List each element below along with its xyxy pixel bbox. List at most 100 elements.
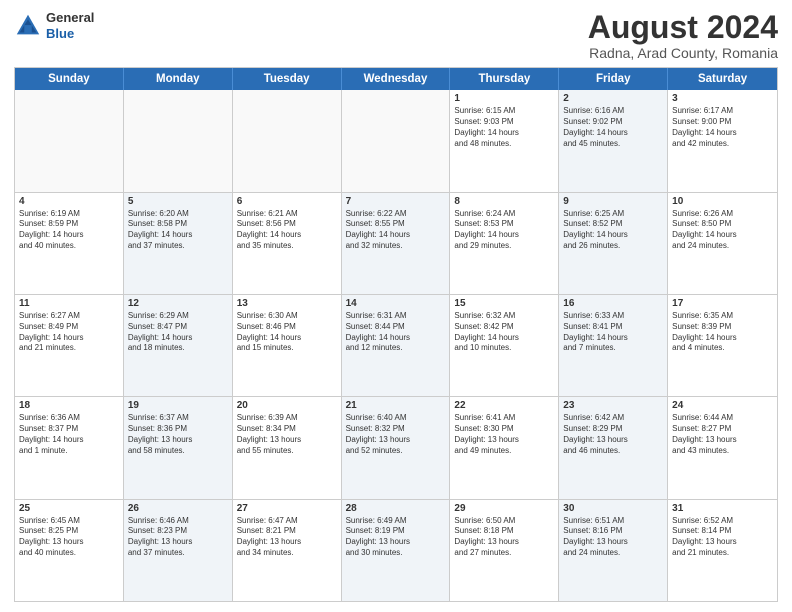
day-number: 13: [237, 298, 337, 309]
day-number: 1: [454, 93, 554, 104]
cal-cell-day-7: 7Sunrise: 6:22 AM Sunset: 8:55 PM Daylig…: [342, 193, 451, 294]
cal-cell-empty-0-0: [15, 90, 124, 191]
cal-cell-day-20: 20Sunrise: 6:39 AM Sunset: 8:34 PM Dayli…: [233, 397, 342, 498]
day-info: Sunrise: 6:16 AM Sunset: 9:02 PM Dayligh…: [563, 106, 663, 149]
day-info: Sunrise: 6:51 AM Sunset: 8:16 PM Dayligh…: [563, 516, 663, 559]
day-info: Sunrise: 6:45 AM Sunset: 8:25 PM Dayligh…: [19, 516, 119, 559]
day-info: Sunrise: 6:39 AM Sunset: 8:34 PM Dayligh…: [237, 413, 337, 456]
logo-text: General Blue: [46, 10, 94, 41]
day-number: 15: [454, 298, 554, 309]
calendar-header-row: SundayMondayTuesdayWednesdayThursdayFrid…: [15, 68, 777, 90]
day-info: Sunrise: 6:30 AM Sunset: 8:46 PM Dayligh…: [237, 311, 337, 354]
day-number: 11: [19, 298, 119, 309]
day-info: Sunrise: 6:19 AM Sunset: 8:59 PM Dayligh…: [19, 209, 119, 252]
day-info: Sunrise: 6:20 AM Sunset: 8:58 PM Dayligh…: [128, 209, 228, 252]
day-info: Sunrise: 6:25 AM Sunset: 8:52 PM Dayligh…: [563, 209, 663, 252]
day-number: 24: [672, 400, 773, 411]
day-number: 6: [237, 196, 337, 207]
cal-cell-day-23: 23 Sunrise: 6:42 AM Sunset: 8:29 PM Dayli…: [559, 397, 668, 498]
logo-general-text: General: [46, 10, 94, 25]
day-number: 7: [346, 196, 446, 207]
day-info: Sunrise: 6:35 AM Sunset: 8:39 PM Dayligh…: [672, 311, 773, 354]
cal-cell-day-30: 30 Sunrise: 6:51 AM Sunset: 8:16 PM Dayli…: [559, 500, 668, 601]
day-info: Sunrise: 6:52 AM Sunset: 8:14 PM Dayligh…: [672, 516, 773, 559]
day-number: 23: [563, 400, 663, 411]
cal-header-tuesday: Tuesday: [233, 68, 342, 90]
day-info: Sunrise: 6:50 AM Sunset: 8:18 PM Dayligh…: [454, 516, 554, 559]
cal-cell-day-29: 29 Sunrise: 6:50 AM Sunset: 8:18 PM Dayli…: [450, 500, 559, 601]
cal-week-3: 11 Sunrise: 6:27 AM Sunset: 8:49 PM Dayli…: [15, 295, 777, 397]
cal-cell-day-21: 21 Sunrise: 6:40 AM Sunset: 8:32 PM Dayli…: [342, 397, 451, 498]
cal-week-1: 1Sunrise: 6:15 AM Sunset: 9:03 PM Daylig…: [15, 90, 777, 192]
day-number: 16: [563, 298, 663, 309]
day-number: 10: [672, 196, 773, 207]
cal-cell-day-16: 16 Sunrise: 6:33 AM Sunset: 8:41 PM Dayli…: [559, 295, 668, 396]
logo: General Blue: [14, 10, 94, 41]
cal-cell-day-15: 15 Sunrise: 6:32 AM Sunset: 8:42 PM Dayli…: [450, 295, 559, 396]
day-number: 30: [563, 503, 663, 514]
logo-icon: [14, 12, 42, 40]
cal-cell-day-14: 14Sunrise: 6:31 AM Sunset: 8:44 PM Dayli…: [342, 295, 451, 396]
day-info: Sunrise: 6:31 AM Sunset: 8:44 PM Dayligh…: [346, 311, 446, 354]
day-info: Sunrise: 6:47 AM Sunset: 8:21 PM Dayligh…: [237, 516, 337, 559]
day-number: 25: [19, 503, 119, 514]
day-info: Sunrise: 6:33 AM Sunset: 8:41 PM Dayligh…: [563, 311, 663, 354]
cal-cell-empty-0-3: [342, 90, 451, 191]
cal-cell-day-26: 26Sunrise: 6:46 AM Sunset: 8:23 PM Dayli…: [124, 500, 233, 601]
calendar: SundayMondayTuesdayWednesdayThursdayFrid…: [14, 67, 778, 602]
cal-cell-day-19: 19 Sunrise: 6:37 AM Sunset: 8:36 PM Dayli…: [124, 397, 233, 498]
cal-cell-day-1: 1Sunrise: 6:15 AM Sunset: 9:03 PM Daylig…: [450, 90, 559, 191]
title-month: August 2024: [588, 10, 778, 45]
day-number: 8: [454, 196, 554, 207]
day-info: Sunrise: 6:37 AM Sunset: 8:36 PM Dayligh…: [128, 413, 228, 456]
day-number: 2: [563, 93, 663, 104]
day-info: Sunrise: 6:32 AM Sunset: 8:42 PM Dayligh…: [454, 311, 554, 354]
cal-cell-day-28: 28Sunrise: 6:49 AM Sunset: 8:19 PM Dayli…: [342, 500, 451, 601]
logo-blue-text: Blue: [46, 26, 74, 41]
cal-header-wednesday: Wednesday: [342, 68, 451, 90]
cal-cell-day-5: 5Sunrise: 6:20 AM Sunset: 8:58 PM Daylig…: [124, 193, 233, 294]
day-info: Sunrise: 6:24 AM Sunset: 8:53 PM Dayligh…: [454, 209, 554, 252]
cal-cell-day-2: 2 Sunrise: 6:16 AM Sunset: 9:02 PM Daylig…: [559, 90, 668, 191]
title-location: Radna, Arad County, Romania: [588, 45, 778, 61]
day-info: Sunrise: 6:40 AM Sunset: 8:32 PM Dayligh…: [346, 413, 446, 456]
cal-cell-day-9: 9 Sunrise: 6:25 AM Sunset: 8:52 PM Daylig…: [559, 193, 668, 294]
day-number: 29: [454, 503, 554, 514]
day-number: 26: [128, 503, 228, 514]
cal-header-saturday: Saturday: [668, 68, 777, 90]
day-info: Sunrise: 6:49 AM Sunset: 8:19 PM Dayligh…: [346, 516, 446, 559]
day-number: 12: [128, 298, 228, 309]
title-block: August 2024 Radna, Arad County, Romania: [588, 10, 778, 61]
day-info: Sunrise: 6:36 AM Sunset: 8:37 PM Dayligh…: [19, 413, 119, 456]
day-number: 21: [346, 400, 446, 411]
cal-cell-day-11: 11 Sunrise: 6:27 AM Sunset: 8:49 PM Dayli…: [15, 295, 124, 396]
cal-cell-day-31: 31 Sunrise: 6:52 AM Sunset: 8:14 PM Dayli…: [668, 500, 777, 601]
cal-cell-empty-0-2: [233, 90, 342, 191]
cal-week-4: 18 Sunrise: 6:36 AM Sunset: 8:37 PM Dayli…: [15, 397, 777, 499]
day-info: Sunrise: 6:41 AM Sunset: 8:30 PM Dayligh…: [454, 413, 554, 456]
day-number: 9: [563, 196, 663, 207]
cal-cell-day-24: 24Sunrise: 6:44 AM Sunset: 8:27 PM Dayli…: [668, 397, 777, 498]
calendar-body: 1Sunrise: 6:15 AM Sunset: 9:03 PM Daylig…: [15, 90, 777, 601]
day-number: 3: [672, 93, 773, 104]
day-info: Sunrise: 6:21 AM Sunset: 8:56 PM Dayligh…: [237, 209, 337, 252]
cal-cell-day-4: 4 Sunrise: 6:19 AM Sunset: 8:59 PM Daylig…: [15, 193, 124, 294]
day-info: Sunrise: 6:42 AM Sunset: 8:29 PM Dayligh…: [563, 413, 663, 456]
cal-cell-day-3: 3 Sunrise: 6:17 AM Sunset: 9:00 PM Daylig…: [668, 90, 777, 191]
cal-cell-day-18: 18 Sunrise: 6:36 AM Sunset: 8:37 PM Dayli…: [15, 397, 124, 498]
cal-cell-empty-0-1: [124, 90, 233, 191]
cal-cell-day-10: 10 Sunrise: 6:26 AM Sunset: 8:50 PM Dayli…: [668, 193, 777, 294]
day-number: 31: [672, 503, 773, 514]
header: General Blue August 2024 Radna, Arad Cou…: [14, 10, 778, 61]
day-info: Sunrise: 6:17 AM Sunset: 9:00 PM Dayligh…: [672, 106, 773, 149]
cal-cell-day-12: 12Sunrise: 6:29 AM Sunset: 8:47 PM Dayli…: [124, 295, 233, 396]
cal-header-sunday: Sunday: [15, 68, 124, 90]
day-info: Sunrise: 6:27 AM Sunset: 8:49 PM Dayligh…: [19, 311, 119, 354]
day-number: 22: [454, 400, 554, 411]
day-number: 18: [19, 400, 119, 411]
cal-cell-day-8: 8 Sunrise: 6:24 AM Sunset: 8:53 PM Daylig…: [450, 193, 559, 294]
day-info: Sunrise: 6:26 AM Sunset: 8:50 PM Dayligh…: [672, 209, 773, 252]
day-number: 4: [19, 196, 119, 207]
day-number: 19: [128, 400, 228, 411]
cal-header-monday: Monday: [124, 68, 233, 90]
